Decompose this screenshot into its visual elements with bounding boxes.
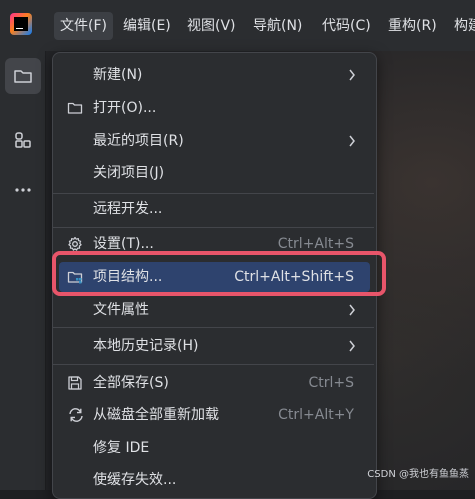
menu-item-label: 文件属性 bbox=[93, 302, 149, 318]
menu-item-label: 打开(O)... bbox=[93, 100, 157, 116]
menu-item-label: 使缓存失效... bbox=[93, 472, 177, 488]
project-tool-button[interactable] bbox=[5, 58, 41, 94]
chevron-right-icon bbox=[349, 135, 355, 147]
menu-view[interactable]: 视图(V) bbox=[181, 12, 242, 40]
menu-item-file-properties[interactable]: 文件属性 bbox=[59, 295, 370, 325]
menu-item-local-history[interactable]: 本地历史记录(H) bbox=[59, 331, 370, 361]
menu-item-label: 全部保存(S) bbox=[93, 375, 169, 391]
structure-icon bbox=[15, 132, 31, 148]
tool-window-bar bbox=[0, 51, 46, 490]
menu-item-label: 新建(N) bbox=[93, 67, 143, 83]
menu-item-label: 关闭项目(J) bbox=[93, 165, 165, 181]
menu-item-invalidate-caches[interactable]: 使缓存失效... bbox=[59, 465, 370, 495]
menu-item-shortcut: Ctrl+Alt+Y bbox=[278, 407, 354, 423]
app-logo-icon[interactable] bbox=[10, 13, 32, 35]
menu-item-label: 最近的项目(R) bbox=[93, 133, 184, 149]
menu-item-open[interactable]: 打开(O)... bbox=[59, 93, 370, 123]
menu-navigate[interactable]: 导航(N) bbox=[247, 12, 308, 40]
menu-item-label: 修复 IDE bbox=[93, 440, 150, 456]
menu-item-label: 远程开发... bbox=[93, 201, 163, 217]
title-bar: 文件(F) 编辑(E) 视图(V) 导航(N) 代码(C) 重构(R) 构建 bbox=[0, 0, 475, 51]
chevron-right-icon bbox=[349, 340, 355, 352]
menu-item-shortcut: Ctrl+S bbox=[308, 375, 354, 391]
menu-item-reload-all[interactable]: 从磁盘全部重新加载 Ctrl+Alt+Y bbox=[59, 400, 370, 430]
folder-icon bbox=[14, 70, 32, 83]
annotation-highlight-box bbox=[52, 251, 386, 296]
menu-build[interactable]: 构建 bbox=[448, 12, 475, 40]
menu-code[interactable]: 代码(C) bbox=[316, 12, 377, 40]
save-icon bbox=[68, 376, 82, 390]
chevron-right-icon bbox=[349, 304, 355, 316]
menu-item-save-all[interactable]: 全部保存(S) Ctrl+S bbox=[59, 368, 370, 398]
chevron-right-icon bbox=[349, 69, 355, 81]
gear-icon bbox=[68, 236, 82, 251]
menu-separator bbox=[53, 227, 374, 228]
reload-icon bbox=[69, 408, 83, 422]
menu-item-remote-dev[interactable]: 远程开发... bbox=[59, 194, 370, 224]
menu-item-new[interactable]: 新建(N) bbox=[59, 60, 370, 90]
more-tools-button[interactable] bbox=[5, 172, 41, 208]
folder-icon bbox=[67, 102, 83, 114]
structure-tool-button[interactable] bbox=[5, 122, 41, 158]
menu-refactor[interactable]: 重构(R) bbox=[382, 12, 443, 40]
menu-edit[interactable]: 编辑(E) bbox=[117, 12, 177, 40]
watermark: CSDN @我也有鱼鱼蒸 bbox=[367, 469, 469, 480]
more-icon bbox=[15, 188, 31, 192]
menu-item-label: 本地历史记录(H) bbox=[93, 338, 199, 354]
menu-item-label: 从磁盘全部重新加载 bbox=[93, 407, 219, 423]
menu-separator bbox=[53, 327, 374, 328]
menu-file[interactable]: 文件(F) bbox=[54, 12, 113, 40]
menu-item-repair-ide[interactable]: 修复 IDE bbox=[59, 433, 370, 463]
menu-separator bbox=[53, 364, 374, 365]
menu-item-close-project[interactable]: 关闭项目(J) bbox=[59, 158, 370, 188]
menu-item-recent-projects[interactable]: 最近的项目(R) bbox=[59, 126, 370, 156]
